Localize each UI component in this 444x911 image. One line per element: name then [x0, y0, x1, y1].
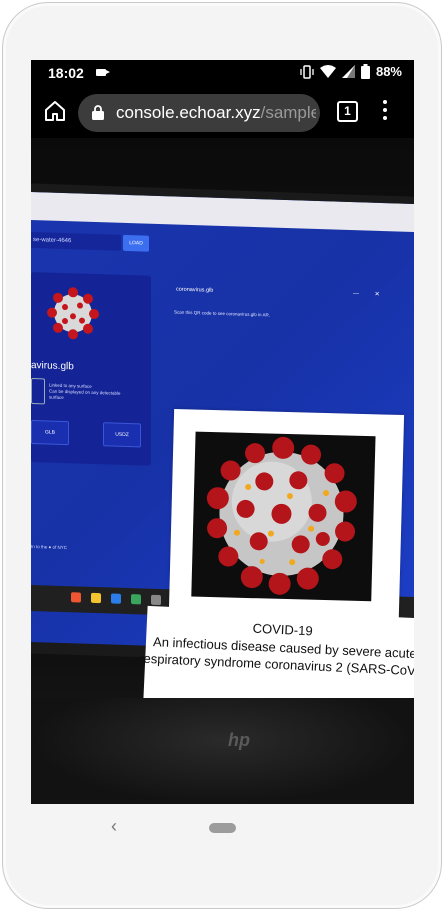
lock-icon[interactable]	[92, 105, 104, 120]
coronavirus-3d-icon	[206, 436, 357, 595]
url-host: console.echoar.xyz	[116, 103, 261, 122]
monitor-card-note: Linked to any surface Can be displayed on…	[49, 383, 129, 404]
monitor-glb-button: GLB	[31, 419, 69, 446]
monitor-card-desc: Can be displayed on any detectable surfa…	[49, 388, 121, 401]
signal-icon	[341, 65, 355, 78]
address-bar[interactable]: console.echoar.xyz/sample	[78, 94, 320, 132]
video-camera-icon	[96, 69, 110, 76]
monitor-model-card: avirus.glb Linked to any surface Can be d…	[31, 271, 151, 466]
ar-camera-view: se-water-4646 LOAD avirus.glb Linked to …	[31, 138, 414, 804]
url-text[interactable]: console.echoar.xyz/sample	[116, 103, 316, 123]
monitor-usdz-button: USDZ	[103, 422, 141, 448]
ar-virus-model	[191, 431, 376, 602]
phone-screen: 18:02 88% console.echoar.xyz/sample 1 se…	[31, 60, 414, 804]
url-path: /sample	[260, 103, 316, 122]
hp-logo: hp	[228, 730, 250, 750]
desk-surface	[31, 698, 414, 804]
status-bar: 18:02 88%	[31, 60, 414, 86]
status-icons: 88%	[300, 64, 402, 79]
home-icon[interactable]	[43, 99, 67, 123]
taskbar-app-icon	[151, 594, 161, 606]
monitor-panel-controls: — ✕	[353, 291, 387, 299]
status-time: 18:02	[48, 65, 84, 81]
overflow-menu-icon[interactable]	[382, 100, 388, 122]
back-icon[interactable]: ‹	[111, 816, 117, 837]
tab-switcher-icon[interactable]: 1	[337, 101, 358, 122]
monitor-panel-subtitle: Scan this QR code to see coronavirus.glb…	[174, 309, 271, 318]
monitor-panel-title: coronavirus.glb	[176, 286, 214, 294]
monitor-load-button: LOAD	[123, 234, 149, 252]
home-pill-icon[interactable]	[209, 823, 236, 833]
taskbar-app-icon	[111, 593, 121, 604]
taskbar-app-icon	[91, 592, 101, 604]
monitor-card-title: avirus.glb	[31, 359, 74, 373]
system-nav-bar: ‹	[31, 804, 414, 852]
battery-percent: 88%	[375, 64, 402, 79]
vibrate-icon	[300, 64, 314, 79]
taskbar-app-icon	[131, 594, 141, 605]
monitor-surface-icon	[31, 377, 45, 405]
monitor-footer: In to the ● of NYC	[31, 543, 67, 551]
wifi-icon	[319, 65, 336, 78]
taskbar-app-icon	[71, 592, 81, 603]
monitor-input: se-water-4646	[31, 231, 121, 251]
virus-thumbnail-icon	[47, 287, 99, 340]
battery-icon	[360, 64, 370, 79]
browser-toolbar: console.echoar.xyz/sample 1	[31, 86, 414, 138]
